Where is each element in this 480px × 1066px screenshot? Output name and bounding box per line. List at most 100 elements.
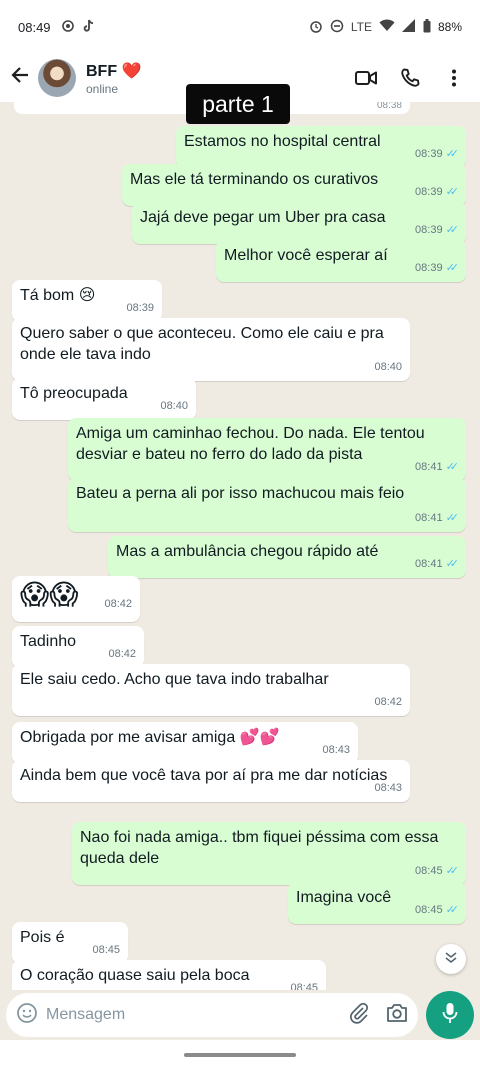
microphone-icon bbox=[442, 1002, 458, 1029]
message-bubble-outgoing[interactable]: Amiga um caminhao fechou. Do nada. Ele t… bbox=[68, 418, 466, 481]
message-bubble-outgoing[interactable]: Nao foi nada amiga.. tbm fiquei péssima … bbox=[72, 822, 466, 885]
back-arrow-icon[interactable] bbox=[8, 65, 32, 91]
message-text: Ele saiu cedo. Acho que tava indo trabal… bbox=[20, 671, 329, 688]
message-time: 08:39 bbox=[415, 224, 443, 236]
message-time: 08:39 bbox=[415, 186, 443, 198]
message-time: 08:41 bbox=[415, 558, 443, 570]
read-receipt-icon: ✓✓ bbox=[445, 224, 460, 236]
message-text: Tadinho bbox=[20, 633, 77, 650]
message-bubble-outgoing[interactable]: Imagina você 08:45 ✓✓ bbox=[288, 882, 466, 924]
message-bubble-incoming[interactable]: Quero saber o que aconteceu. Como ele ca… bbox=[12, 318, 410, 381]
message-bubble-incoming[interactable]: Pois é 08:45 bbox=[12, 922, 128, 964]
message-time: 08:45 bbox=[290, 982, 318, 990]
read-receipt-icon: ✓✓ bbox=[445, 461, 460, 473]
message-time: 08:38 bbox=[376, 102, 402, 111]
contact-status: online bbox=[86, 81, 119, 96]
home-gesture-handle[interactable] bbox=[184, 1053, 296, 1057]
message-bubble-incoming[interactable]: Tá bom 😢 08:39 bbox=[12, 280, 162, 322]
double-chevron-down-icon bbox=[444, 950, 458, 969]
read-receipt-icon: ✓✓ bbox=[445, 186, 460, 198]
video-call-icon[interactable] bbox=[354, 66, 378, 90]
message-time: 08:39 bbox=[415, 148, 443, 160]
tiktok-icon bbox=[83, 19, 95, 36]
message-bubble-outgoing[interactable]: Melhor você esperar aí 08:39 ✓✓ bbox=[216, 240, 466, 282]
read-receipt-icon: ✓✓ bbox=[445, 148, 460, 160]
message-bubble-incoming[interactable]: 😱😱 08:42 bbox=[12, 576, 140, 622]
message-time: 08:42 bbox=[104, 598, 132, 610]
signal-icon bbox=[401, 19, 416, 35]
message-text: Imagina você bbox=[296, 889, 392, 906]
message-time: 08:45 bbox=[415, 865, 443, 877]
message-time: 08:42 bbox=[374, 696, 402, 708]
attach-icon[interactable] bbox=[348, 1002, 370, 1029]
message-text: Ainda bem que você tava por aí pra me da… bbox=[20, 767, 388, 784]
header-actions bbox=[354, 66, 472, 90]
message-time: 08:45 bbox=[92, 944, 120, 956]
message-bubble-outgoing[interactable]: Bateu a perna ali por isso machucou mais… bbox=[68, 478, 466, 532]
video-caption-overlay: parte 1 bbox=[186, 84, 290, 124]
status-system-icons: LTE 88% bbox=[309, 18, 462, 36]
message-text: Tá bom 😢 bbox=[20, 287, 96, 304]
read-receipt-icon: ✓✓ bbox=[445, 262, 460, 274]
message-bubble-incoming[interactable]: Tadinho 08:42 bbox=[12, 626, 144, 668]
message-time: 08:40 bbox=[374, 361, 402, 373]
more-options-icon[interactable] bbox=[442, 66, 466, 90]
message-bubble-incoming[interactable]: Obrigada por me avisar amiga 💕💕 08:43 bbox=[12, 722, 358, 764]
read-receipt-icon: ✓✓ bbox=[445, 512, 460, 524]
message-time: 08:39 bbox=[415, 262, 443, 274]
contact-name-text: BFF bbox=[86, 62, 118, 80]
message-time: 08:41 bbox=[415, 461, 443, 473]
do-not-disturb-icon bbox=[330, 19, 344, 36]
message-text: Quero saber o que aconteceu. Como ele ca… bbox=[20, 325, 384, 363]
message-text: Mas ele tá terminando os curativos bbox=[130, 171, 379, 188]
message-text: Bateu a perna ali por isso machucou mais… bbox=[76, 485, 405, 502]
message-time: 08:43 bbox=[322, 744, 350, 756]
message-time: 08:43 bbox=[374, 782, 402, 794]
message-bubble-incoming[interactable]: O coração quase saiu pela boca 08:45 bbox=[12, 960, 326, 990]
contact-info[interactable]: BFF ❤️ online bbox=[86, 61, 141, 96]
scroll-to-bottom-button[interactable] bbox=[436, 944, 466, 974]
message-text: Estamos no hospital central bbox=[184, 133, 381, 150]
message-bubble-outgoing[interactable]: Mas a ambulância chegou rápido até 08:41… bbox=[108, 536, 466, 578]
message-bubble-incoming[interactable]: Tô preocupada 08:40 bbox=[12, 378, 196, 420]
compose-bar bbox=[0, 990, 480, 1040]
wifi-icon bbox=[379, 19, 395, 35]
input-actions bbox=[348, 1002, 408, 1029]
settings-icon bbox=[61, 19, 75, 36]
message-text: O coração quase saiu pela boca bbox=[20, 967, 250, 984]
emoji-icon[interactable] bbox=[16, 1002, 38, 1029]
chat-area[interactable]: 08:38 Estamos no hospital central 08:39 ✓… bbox=[0, 102, 480, 990]
message-input[interactable] bbox=[46, 1006, 342, 1024]
message-text: Melhor você esperar aí bbox=[224, 247, 388, 264]
message-text: Pois é bbox=[20, 929, 65, 946]
message-time: 08:40 bbox=[160, 400, 188, 412]
camera-icon[interactable] bbox=[386, 1003, 408, 1028]
message-time: 08:39 bbox=[126, 302, 154, 314]
network-type-label: LTE bbox=[350, 20, 372, 34]
battery-icon bbox=[423, 18, 431, 36]
message-input-container bbox=[6, 993, 418, 1037]
message-bubble-incoming[interactable]: Ainda bem que você tava por aí pra me da… bbox=[12, 760, 410, 802]
message-bubble-outgoing[interactable]: Jajá deve pegar um Uber pra casa 08:39 ✓✓ bbox=[132, 202, 466, 244]
message-bubble-outgoing[interactable]: Mas ele tá terminando os curativos 08:39… bbox=[122, 164, 466, 206]
read-receipt-icon: ✓✓ bbox=[445, 904, 460, 916]
message-bubble-incoming[interactable]: Ele saiu cedo. Acho que tava indo trabal… bbox=[12, 664, 410, 716]
phone-icon[interactable] bbox=[398, 66, 422, 90]
message-text: Obrigada por me avisar amiga 💕💕 bbox=[20, 729, 280, 746]
avatar[interactable] bbox=[38, 59, 76, 97]
battery-percent: 88% bbox=[437, 20, 462, 34]
message-time: 08:42 bbox=[108, 648, 136, 660]
read-receipt-icon: ✓✓ bbox=[445, 558, 460, 570]
message-text: Tô preocupada bbox=[20, 385, 128, 402]
heart-emoji: ❤️ bbox=[121, 62, 142, 80]
message-text: 😱😱 bbox=[20, 579, 79, 610]
read-receipt-icon: ✓✓ bbox=[445, 865, 460, 877]
contact-name: BFF ❤️ bbox=[86, 61, 141, 81]
message-bubble-outgoing[interactable]: Estamos no hospital central 08:39 ✓✓ bbox=[176, 126, 466, 168]
message-text: Nao foi nada amiga.. tbm fiquei péssima … bbox=[80, 829, 439, 867]
message-text: Amiga um caminhao fechou. Do nada. Ele t… bbox=[76, 425, 425, 463]
voice-message-button[interactable] bbox=[426, 991, 474, 1039]
system-nav-bar bbox=[0, 1040, 480, 1066]
status-bar: 08:49 LTE 88% bbox=[0, 0, 480, 54]
message-time: 08:41 bbox=[415, 512, 443, 524]
